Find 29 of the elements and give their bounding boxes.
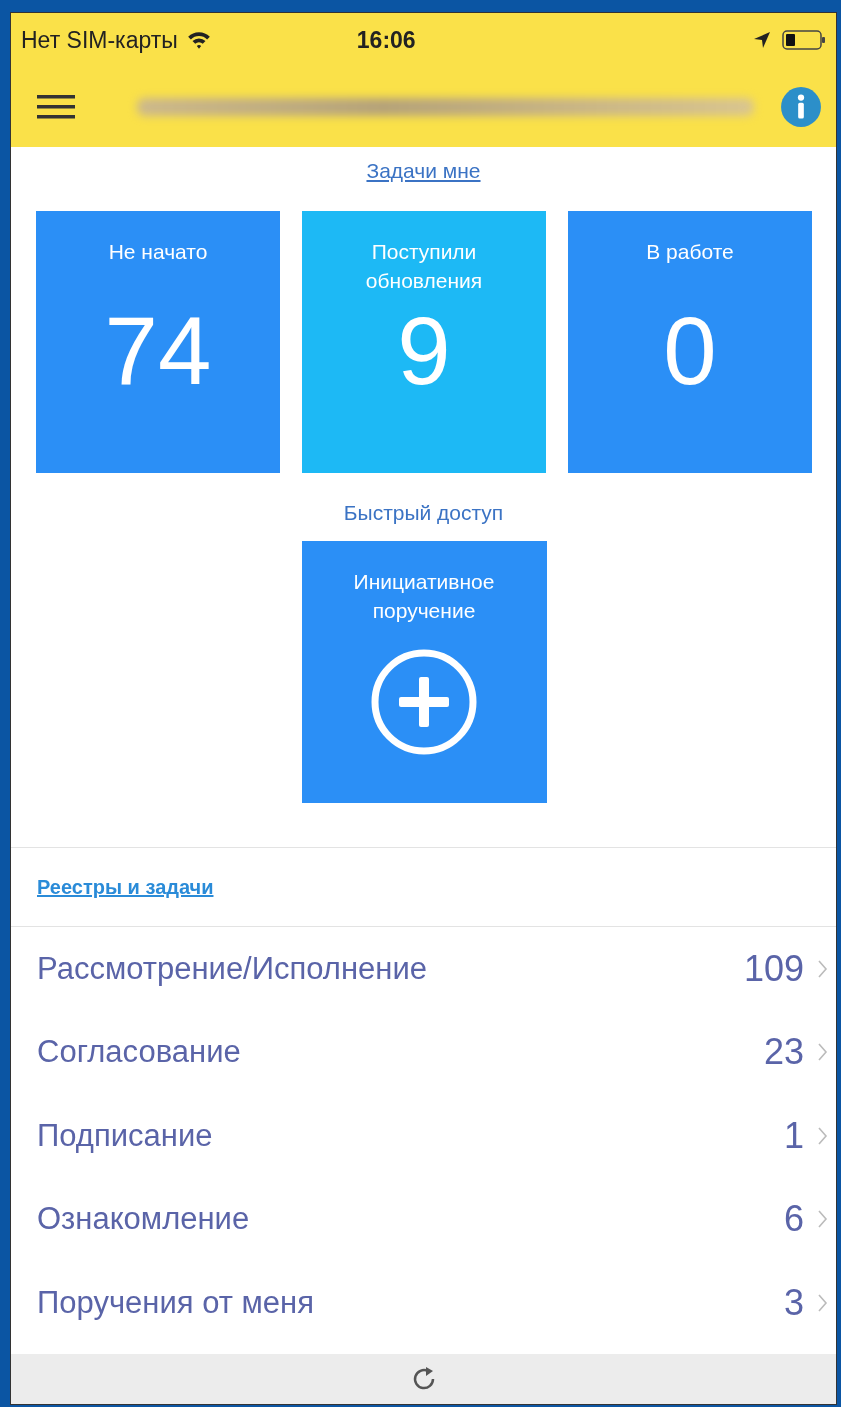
task-tile[interactable]: Не начато 74 [36,211,280,473]
section-heading: Быстрый доступ [343,501,504,526]
battery-icon [782,29,826,51]
register-label[interactable]: Поручения от меня [37,1284,784,1321]
clock-time: 16:06 [356,26,417,54]
location-arrow-icon [752,30,772,50]
quick-action-tile[interactable]: Инициативное поручение [301,541,547,803]
wifi-icon [185,30,212,50]
info-icon[interactable] [780,86,822,128]
section-link[interactable]: Задачи мне [366,159,481,189]
task-tile[interactable]: В работе 0 [568,211,812,473]
chevron-icon [818,1293,828,1312]
register-label[interactable]: Согласование [37,1034,764,1071]
register-label[interactable]: Рассмотрение/Исполнение [37,950,744,987]
carrier-name: Нет SIM-карты [21,26,178,54]
register-count: 109 [743,947,804,990]
register-count: 6 [783,1198,804,1241]
chevron-icon [818,1210,828,1229]
menu-icon[interactable] [37,92,77,122]
register-label[interactable]: Подписание [37,1117,784,1154]
register-label[interactable]: Ознакомление [37,1201,784,1238]
registers-link[interactable]: Реестры и задачи [37,875,214,899]
register-count: 23 [763,1031,804,1074]
plus-circle-icon [369,647,479,757]
chevron-icon [818,959,828,978]
chevron-icon [818,1126,828,1145]
register-count: 1 [783,1114,804,1157]
chevron-icon [818,1043,828,1062]
register-count: 3 [783,1281,804,1324]
